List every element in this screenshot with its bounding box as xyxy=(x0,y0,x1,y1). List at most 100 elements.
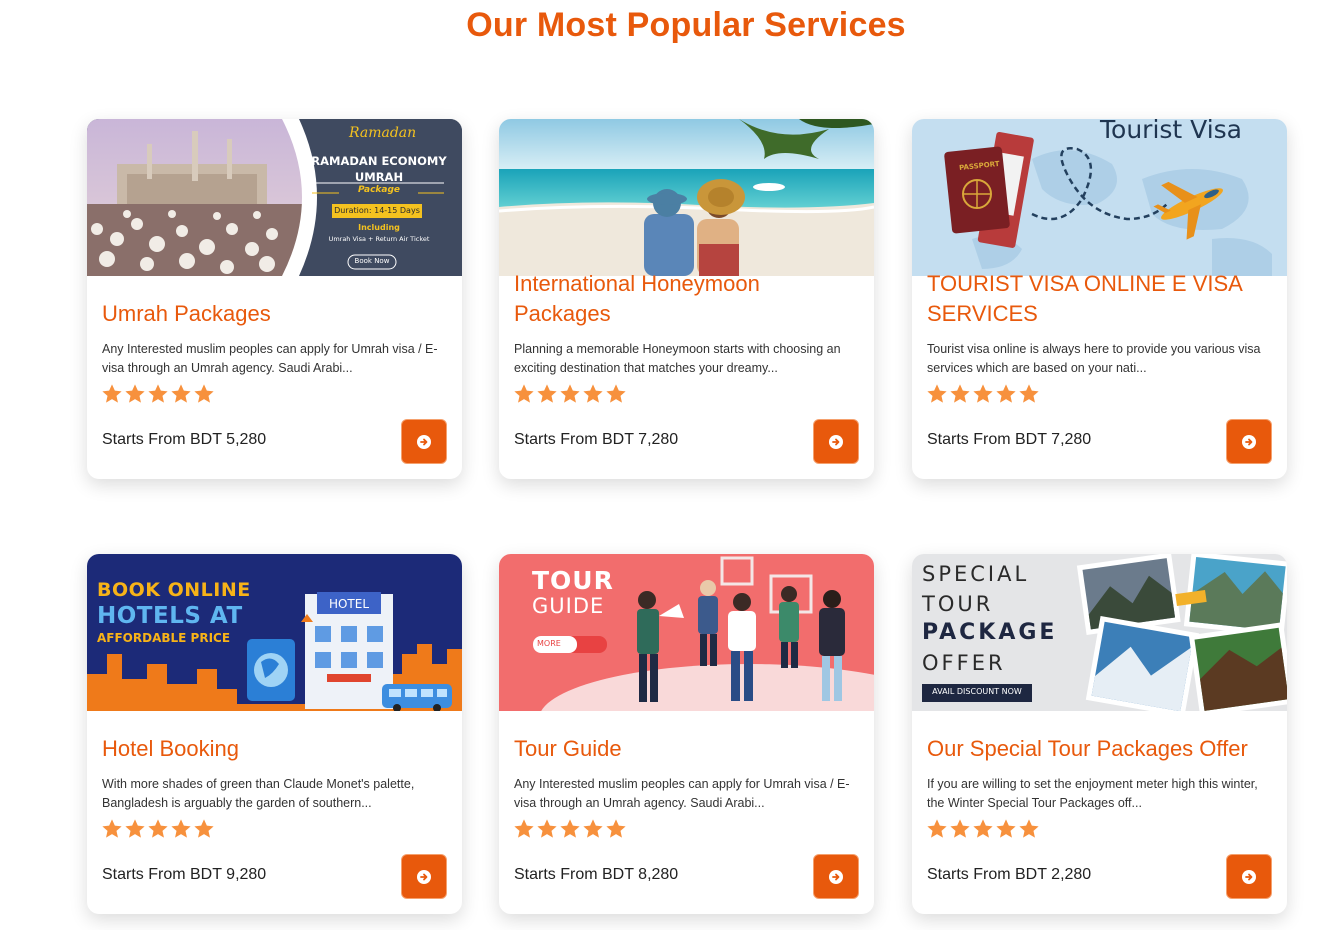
star-icon xyxy=(537,384,557,403)
hotel-banner-line2: HOTELS AT xyxy=(97,603,243,629)
arrow-circle-right-icon xyxy=(417,869,431,884)
star-icon xyxy=(560,819,580,838)
service-card-umrah[interactable]: Ramadan RAMADAN ECONOMY UMRAH Package Du… xyxy=(87,119,462,479)
view-details-button[interactable] xyxy=(401,854,447,899)
umrah-banner-line3: Package xyxy=(357,185,401,195)
card-body: International Honeymoon Packages Plannin… xyxy=(499,271,874,479)
star-icon xyxy=(125,384,145,403)
umrah-banner-script: Ramadan xyxy=(349,125,417,141)
card-price: Starts From BDT 8,280 xyxy=(514,866,679,883)
service-card-tourist-visa[interactable]: Tourist Visa PASSPORT TOURIST VISA ONLIN… xyxy=(912,119,1287,479)
special-banner-line2: TOUR xyxy=(922,592,994,616)
service-card-special-tour-package[interactable]: SPECIAL TOUR PACKAGE OFFER AVAIL DISCOUN… xyxy=(912,554,1287,914)
rating-stars xyxy=(513,818,627,840)
star-icon xyxy=(583,384,603,403)
section-title: Our Most Popular Services xyxy=(466,6,906,44)
card-price: Starts From BDT 9,280 xyxy=(102,866,267,883)
card-body: Umrah Packages Any Interested muslim peo… xyxy=(87,276,462,479)
card-title[interactable]: Tour Guide xyxy=(514,734,862,764)
card-title[interactable]: TOURIST VISA ONLINE E VISA SERVICES xyxy=(927,269,1275,329)
star-icon xyxy=(973,819,993,838)
star-icon xyxy=(102,819,122,838)
card-description: Any Interested muslim peoples can apply … xyxy=(514,777,850,810)
star-icon xyxy=(996,819,1016,838)
hotel-sign: HOTEL xyxy=(328,597,370,611)
service-card-honeymoon[interactable]: International Honeymoon Packages Plannin… xyxy=(499,119,874,479)
tourist-visa-heading: Tourist Visa xyxy=(1100,119,1243,144)
rating-stars xyxy=(926,383,1040,405)
arrow-circle-right-icon xyxy=(829,434,843,449)
star-icon xyxy=(514,819,534,838)
hotel-booking-image: BOOK ONLINE HOTELS AT AFFORDABLE PRICE H… xyxy=(87,554,462,711)
card-description: With more shades of green than Claude Mo… xyxy=(102,777,415,810)
star-icon xyxy=(171,384,191,403)
special-banner-cta: AVAIL DISCOUNT NOW xyxy=(932,687,1022,696)
star-icon xyxy=(537,819,557,838)
star-icon xyxy=(973,384,993,403)
star-icon xyxy=(148,384,168,403)
honeymoon-beach-image xyxy=(499,119,874,276)
tourist-visa-image: Tourist Visa PASSPORT xyxy=(912,119,1287,276)
star-icon xyxy=(1019,819,1039,838)
special-banner-line1: SPECIAL xyxy=(922,562,1030,586)
card-body: Hotel Booking With more shades of green … xyxy=(87,711,462,914)
umrah-banner-line2: UMRAH xyxy=(354,170,404,184)
tour-guide-banner-line1: TOUR xyxy=(532,566,614,595)
card-body: Our Special Tour Packages Offer If you a… xyxy=(912,711,1287,914)
star-icon xyxy=(194,819,214,838)
arrow-circle-right-icon xyxy=(1242,869,1256,884)
arrow-circle-right-icon xyxy=(417,434,431,449)
card-description: Any Interested muslim peoples can apply … xyxy=(102,342,438,375)
rating-stars xyxy=(101,818,215,840)
star-icon xyxy=(194,384,214,403)
special-tour-package-image: SPECIAL TOUR PACKAGE OFFER AVAIL DISCOUN… xyxy=(912,554,1287,711)
star-icon xyxy=(927,384,947,403)
card-description: If you are willing to set the enjoyment … xyxy=(927,777,1258,810)
card-body: Tour Guide Any Interested muslim peoples… xyxy=(499,711,874,914)
umrah-banner-line1: RAMADAN ECONOMY xyxy=(311,154,447,168)
card-body: TOURIST VISA ONLINE E VISA SERVICES Tour… xyxy=(912,271,1287,479)
card-price: Starts From BDT 2,280 xyxy=(927,866,1092,883)
view-details-button[interactable] xyxy=(813,854,859,899)
card-price: Starts From BDT 7,280 xyxy=(927,431,1092,448)
card-price: Starts From BDT 5,280 xyxy=(102,431,267,448)
star-icon xyxy=(583,819,603,838)
arrow-circle-right-icon xyxy=(1242,434,1256,449)
star-icon xyxy=(171,819,191,838)
card-description: Tourist visa online is always here to pr… xyxy=(927,342,1261,375)
view-details-button[interactable] xyxy=(813,419,859,464)
card-title[interactable]: Hotel Booking xyxy=(102,734,450,764)
card-description: Planning a memorable Honeymoon starts wi… xyxy=(514,342,841,375)
view-details-button[interactable] xyxy=(1226,419,1272,464)
card-title[interactable]: International Honeymoon Packages xyxy=(514,269,862,329)
service-card-hotel-booking[interactable]: BOOK ONLINE HOTELS AT AFFORDABLE PRICE H… xyxy=(87,554,462,914)
card-title[interactable]: Our Special Tour Packages Offer xyxy=(927,734,1275,764)
star-icon xyxy=(1019,384,1039,403)
umrah-banner-cta: Book Now xyxy=(354,257,390,265)
tour-guide-more-label: MORE xyxy=(537,639,561,648)
service-card-tour-guide[interactable]: TOUR GUIDE MORE Tour Guide Any Intereste… xyxy=(499,554,874,914)
view-details-button[interactable] xyxy=(401,419,447,464)
star-icon xyxy=(102,384,122,403)
arrow-circle-right-icon xyxy=(829,869,843,884)
umrah-banner-image: Ramadan RAMADAN ECONOMY UMRAH Package Du… xyxy=(87,119,462,276)
card-title[interactable]: Umrah Packages xyxy=(102,299,450,329)
hotel-banner-line1: BOOK ONLINE xyxy=(97,579,251,601)
hotel-banner-line3: AFFORDABLE PRICE xyxy=(97,631,231,645)
star-icon xyxy=(560,384,580,403)
umrah-banner-including: Including xyxy=(358,223,400,232)
star-icon xyxy=(125,819,145,838)
star-icon xyxy=(514,384,534,403)
umrah-banner-duration: Duration: 14-15 Days xyxy=(334,206,420,215)
star-icon xyxy=(950,384,970,403)
view-details-button[interactable] xyxy=(1226,854,1272,899)
star-icon xyxy=(606,819,626,838)
umrah-banner-includes: Umrah Visa + Return Air Ticket xyxy=(328,235,430,243)
rating-stars xyxy=(926,818,1040,840)
star-icon xyxy=(148,819,168,838)
special-banner-line3: PACKAGE xyxy=(922,620,1058,645)
rating-stars xyxy=(101,383,215,405)
star-icon xyxy=(950,819,970,838)
card-price: Starts From BDT 7,280 xyxy=(514,431,679,448)
tour-guide-banner-line2: GUIDE xyxy=(532,594,605,618)
